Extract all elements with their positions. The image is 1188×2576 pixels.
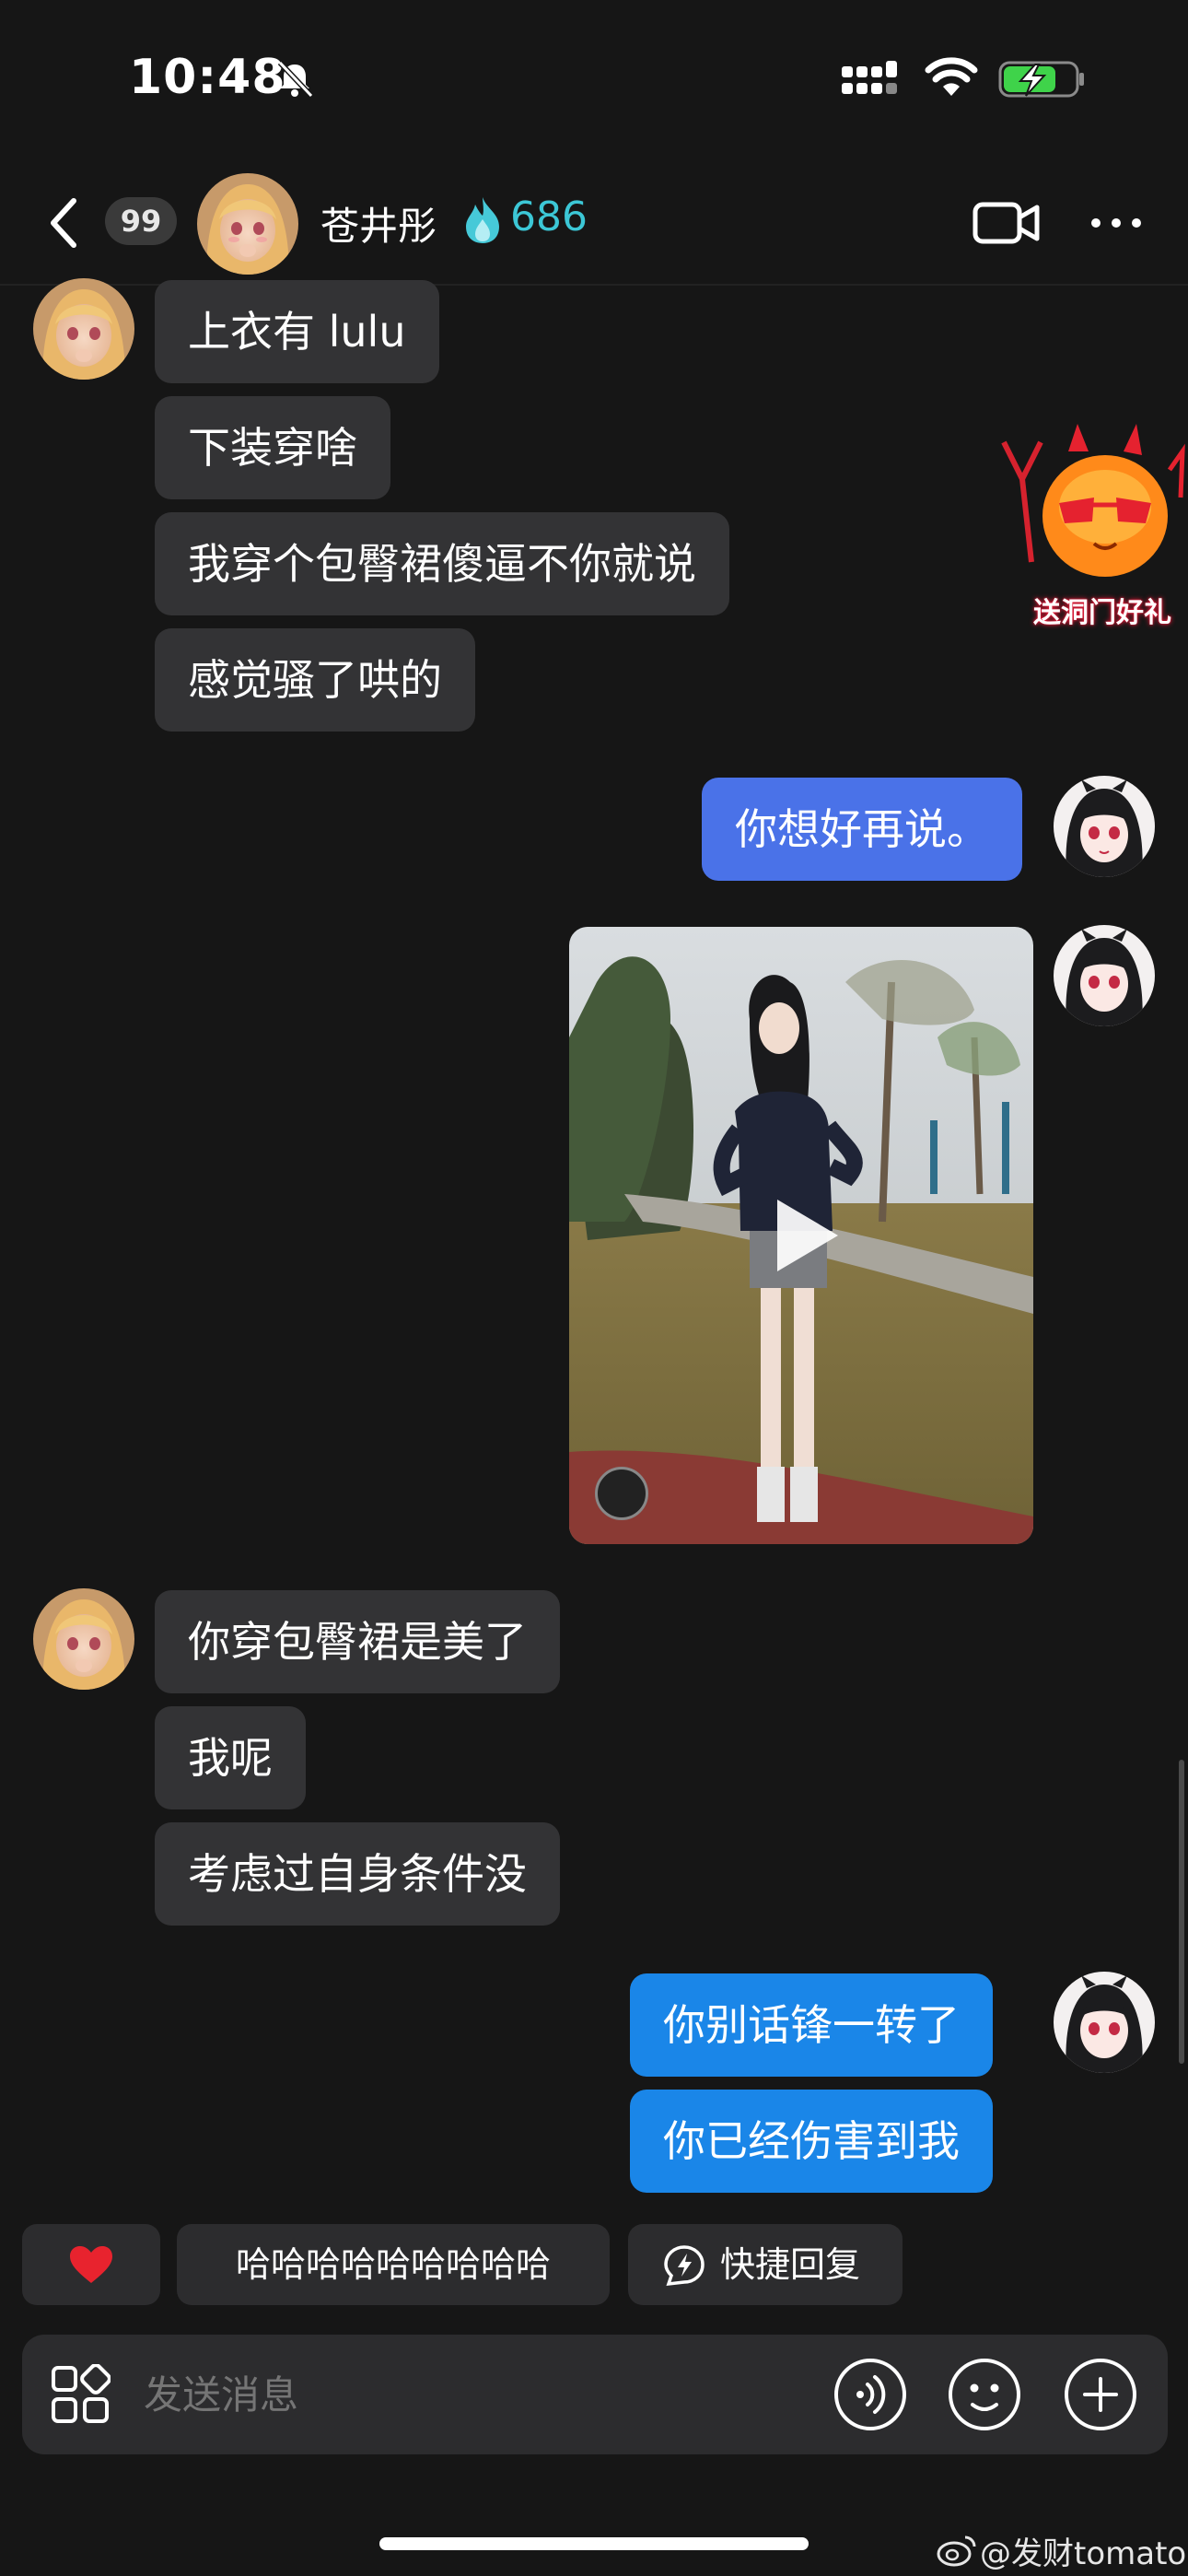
quick-reply-laugh[interactable]: 哈哈哈哈哈哈哈哈哈 bbox=[177, 2224, 610, 2305]
status-bar: 10:48 bbox=[0, 0, 1188, 157]
message-bubble-incoming[interactable]: 下装穿啥 bbox=[155, 396, 390, 499]
video-message-card[interactable] bbox=[569, 927, 1033, 1544]
message-bubble-incoming[interactable]: 上衣有 lulu bbox=[155, 280, 439, 383]
lightning-bubble-icon bbox=[664, 2245, 705, 2287]
message-bubble-outgoing[interactable]: 你别话锋一转了 bbox=[630, 1973, 993, 2077]
play-icon[interactable] bbox=[770, 1194, 844, 1277]
contact-avatar[interactable] bbox=[197, 173, 298, 275]
scrollbar-thumb[interactable] bbox=[1179, 1760, 1184, 2064]
message-input[interactable] bbox=[144, 2370, 696, 2419]
video-source-icon bbox=[595, 1467, 648, 1520]
contact-message-avatar[interactable] bbox=[33, 278, 134, 380]
home-indicator[interactable] bbox=[379, 2537, 809, 2550]
weibo-logo-icon bbox=[937, 2535, 976, 2567]
my-avatar[interactable] bbox=[1054, 776, 1155, 877]
gift-banner-label[interactable]: 送洞门好礼 bbox=[1033, 590, 1171, 630]
emoji-icon[interactable] bbox=[947, 2357, 1022, 2432]
heart-icon bbox=[70, 2246, 112, 2283]
contact-name[interactable]: 苍井彤 bbox=[320, 195, 437, 252]
streak-fire-icon bbox=[466, 197, 499, 243]
cellular-signal-icon bbox=[842, 61, 897, 94]
message-bubble-outgoing[interactable]: 你已经伤害到我 bbox=[630, 2090, 993, 2193]
message-bubble-incoming[interactable]: 考虑过自身条件没 bbox=[155, 1822, 560, 1926]
video-call-icon[interactable] bbox=[973, 199, 1041, 247]
message-bubble-outgoing[interactable]: 你想好再说。 bbox=[702, 778, 1022, 881]
more-options-icon[interactable] bbox=[1089, 214, 1144, 232]
message-input-bar bbox=[22, 2335, 1168, 2454]
back-chevron-icon[interactable] bbox=[44, 195, 85, 251]
chat-header: 99 苍井彤 686 bbox=[0, 173, 1188, 286]
battery-charging-icon bbox=[998, 61, 1084, 98]
message-bubble-incoming[interactable]: 我穿个包臀裙傻逼不你就说 bbox=[155, 512, 729, 615]
wifi-icon bbox=[925, 57, 978, 96]
status-time: 10:48 bbox=[129, 50, 286, 105]
bell-muted-icon bbox=[277, 60, 314, 99]
watermark: @发财tomato bbox=[980, 2535, 1187, 2572]
message-bubble-incoming[interactable]: 你穿包臀裙是美了 bbox=[155, 1590, 560, 1693]
streak-count: 686 bbox=[510, 193, 588, 240]
my-avatar[interactable] bbox=[1054, 1972, 1155, 2073]
message-bubble-incoming[interactable]: 我呢 bbox=[155, 1706, 306, 1809]
plus-icon[interactable] bbox=[1063, 2357, 1138, 2432]
message-bubble-incoming[interactable]: 感觉骚了哄的 bbox=[155, 628, 475, 732]
unread-count-badge[interactable]: 99 bbox=[105, 197, 177, 245]
voice-icon[interactable] bbox=[833, 2357, 908, 2432]
apps-grid-icon[interactable] bbox=[50, 2364, 111, 2425]
contact-message-avatar[interactable] bbox=[33, 1588, 134, 1690]
my-avatar[interactable] bbox=[1054, 925, 1155, 1026]
